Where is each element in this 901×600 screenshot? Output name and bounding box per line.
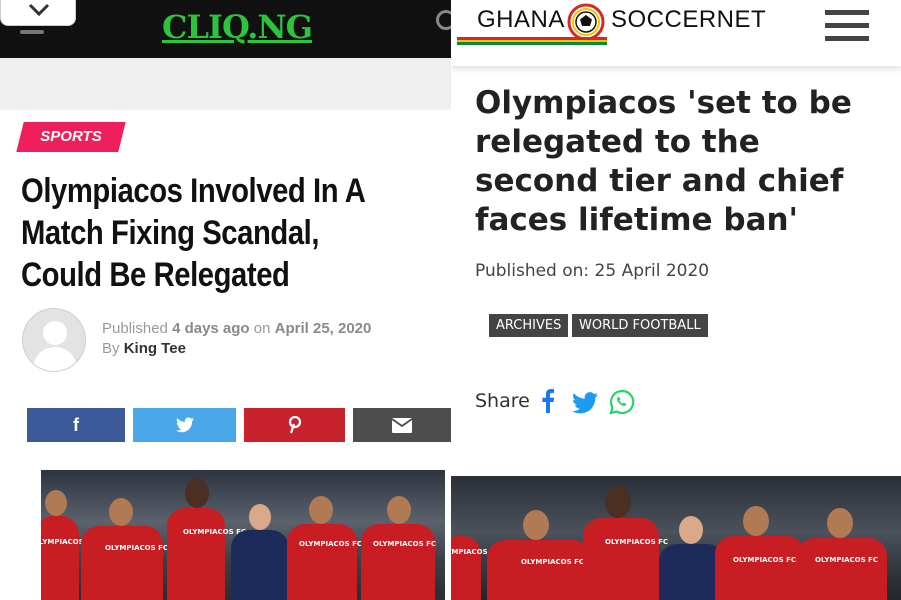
category-tag[interactable]: SPORTS <box>16 122 126 152</box>
author-line: By King Tee <box>102 339 371 359</box>
player-figure: OLYMPIACOS FC <box>797 508 887 600</box>
category-tag-label: SPORTS <box>40 128 102 145</box>
published-prefix: Published <box>102 320 168 337</box>
published-age: 4 days ago <box>172 320 250 337</box>
share-pinterest-button[interactable] <box>244 408 345 442</box>
search-icon[interactable] <box>436 10 451 30</box>
avatar-head <box>43 321 67 345</box>
facebook-icon[interactable] <box>541 389 555 413</box>
ghanasoccernet-article-panel: GHANA SOCCERNET Olympiacos 'set to be re… <box>451 0 901 600</box>
coach-figure <box>231 504 289 600</box>
avatar-shoulders <box>33 347 77 371</box>
published-on: on <box>253 320 271 337</box>
share-twitter-button[interactable] <box>133 408 236 442</box>
site-header: CLIQ.NG <box>0 0 451 58</box>
site-header: GHANA SOCCERNET <box>451 0 901 66</box>
tag-world-football[interactable]: WORLD FOOTBALL <box>572 314 708 337</box>
published-date: April 25, 2020 <box>274 320 372 337</box>
player-figure: OLYMPIACOS FC <box>41 490 96 600</box>
jersey-text: OLYMPIACOS FC <box>733 556 796 564</box>
share-email-button[interactable] <box>353 408 451 442</box>
site-logo[interactable]: CLIQ.NG <box>162 8 313 46</box>
player-figure: OLYMPIACOS FC <box>577 486 668 600</box>
publish-line: Published 4 days ago on April 25, 2020 <box>102 319 371 339</box>
envelope-icon <box>391 418 413 433</box>
jersey-text: OLYMPIACOS FC <box>815 556 878 564</box>
site-logo-left[interactable]: GHANA <box>477 6 565 34</box>
article-meta: Published 4 days ago on April 25, 2020 B… <box>102 319 371 359</box>
player-figure: OLYMPIACOS FC <box>287 496 362 600</box>
article-title: Olympiacos Involved In A Match Fixing Sc… <box>21 172 365 294</box>
pinterest-icon <box>288 415 301 434</box>
player-figure: OLYMPIACOS FC <box>81 498 168 600</box>
twitter-icon[interactable] <box>572 392 598 414</box>
tag-archives[interactable]: ARCHIVES <box>489 314 569 337</box>
collapse-button[interactable] <box>0 0 76 26</box>
twitter-icon <box>175 417 194 433</box>
player-figure: OLYMPIACOS FC <box>487 510 591 600</box>
facebook-icon: f <box>73 415 79 435</box>
player-figure: OLYMPIACOS FC <box>451 510 500 600</box>
ad-band <box>0 58 451 110</box>
player-figure: OLYMPIACOS FC <box>161 478 246 600</box>
author-avatar[interactable] <box>22 308 86 372</box>
share-facebook-button[interactable]: f <box>27 408 125 442</box>
chevron-down-icon <box>28 3 50 17</box>
article-title: Olympiacos 'set to be relegated to the s… <box>475 85 852 238</box>
site-logo-right[interactable]: SOCCERNET <box>611 6 766 34</box>
jersey-text: OLYMPIACOS FC <box>521 558 584 566</box>
whatsapp-icon[interactable] <box>609 389 635 415</box>
hamburger-menu-icon[interactable] <box>825 10 869 44</box>
published-date: Published on: 25 April 2020 <box>475 261 710 281</box>
flag-stripe-green <box>457 42 607 45</box>
jersey-text: OLYMPIACOS FC <box>373 540 436 548</box>
jersey-text: OLYMPIACOS FC <box>105 544 168 552</box>
menu-icon[interactable] <box>20 30 44 34</box>
cliq-article-panel: CLIQ.NG SPORTS Olympiacos Involved In A … <box>0 0 451 600</box>
jersey-text: OLYMPIACOS FC <box>299 540 362 548</box>
article-photo: OLYMPIACOS FC OLYMPIACOS FC OLYMPIACOS F… <box>451 476 901 600</box>
share-label: Share <box>475 390 530 412</box>
article-photo: OLYMPIACOS FC OLYMPIACOS FC OLYMPIACOS F… <box>41 470 445 600</box>
player-figure: OLYMPIACOS FC <box>361 496 436 600</box>
author-name[interactable]: King Tee <box>124 340 186 357</box>
player-figure: OLYMPIACOS FC <box>715 506 805 600</box>
author-by: By <box>102 340 120 357</box>
soccer-ball-icon <box>567 3 605 41</box>
